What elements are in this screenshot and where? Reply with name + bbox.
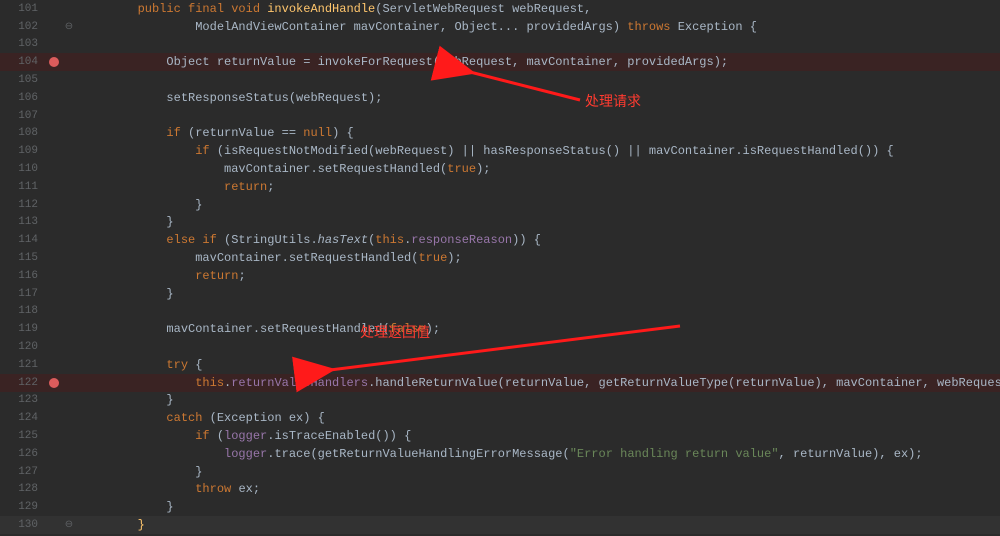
line-number: 115 bbox=[0, 252, 46, 264]
code-line-129[interactable]: 129 } bbox=[0, 498, 1000, 516]
code-text[interactable]: setResponseStatus(webRequest); bbox=[76, 91, 1000, 105]
code-text[interactable]: } bbox=[76, 287, 1000, 301]
code-text[interactable]: Object returnValue = invokeForRequest(we… bbox=[76, 55, 1000, 69]
line-number: 109 bbox=[0, 145, 46, 157]
line-number: 124 bbox=[0, 412, 46, 424]
code-text[interactable]: if (logger.isTraceEnabled()) { bbox=[76, 429, 1000, 443]
line-number: 113 bbox=[0, 216, 46, 228]
code-line-116[interactable]: 116 return; bbox=[0, 267, 1000, 285]
code-line-103[interactable]: 103 bbox=[0, 36, 1000, 54]
line-number: 105 bbox=[0, 74, 46, 86]
code-line-121[interactable]: 121 try { bbox=[0, 356, 1000, 374]
code-line-110[interactable]: 110 mavContainer.setRequestHandled(true)… bbox=[0, 160, 1000, 178]
breakpoint-icon[interactable] bbox=[49, 378, 59, 388]
code-line-123[interactable]: 123 } bbox=[0, 392, 1000, 410]
code-text[interactable]: } bbox=[76, 518, 1000, 532]
code-text[interactable]: catch (Exception ex) { bbox=[76, 411, 1000, 425]
code-text[interactable]: if (isRequestNotModified(webRequest) || … bbox=[76, 144, 1000, 158]
code-line-122[interactable]: 122 this.returnValueHandlers.handleRetur… bbox=[0, 374, 1000, 392]
code-line-101[interactable]: 101 public final void invokeAndHandle(Se… bbox=[0, 0, 1000, 18]
code-text[interactable]: public final void invokeAndHandle(Servle… bbox=[76, 2, 1000, 16]
code-text[interactable]: if (returnValue == null) { bbox=[76, 126, 1000, 140]
line-number: 101 bbox=[0, 3, 46, 15]
code-text[interactable]: ModelAndViewContainer mavContainer, Obje… bbox=[76, 20, 1000, 34]
code-line-107[interactable]: 107 bbox=[0, 107, 1000, 125]
code-line-112[interactable]: 112 } bbox=[0, 196, 1000, 214]
code-line-108[interactable]: 108 if (returnValue == null) { bbox=[0, 125, 1000, 143]
code-text[interactable]: return; bbox=[76, 269, 1000, 283]
code-line-128[interactable]: 128 throw ex; bbox=[0, 481, 1000, 499]
code-line-109[interactable]: 109 if (isRequestNotModified(webRequest)… bbox=[0, 142, 1000, 160]
line-number: 112 bbox=[0, 199, 46, 211]
line-number: 107 bbox=[0, 110, 46, 122]
line-number: 108 bbox=[0, 127, 46, 139]
code-text[interactable]: this.returnValueHandlers.handleReturnVal… bbox=[76, 376, 1000, 390]
line-number: 117 bbox=[0, 288, 46, 300]
line-number: 121 bbox=[0, 359, 46, 371]
fold-gutter[interactable]: ⊖ bbox=[62, 21, 76, 33]
code-line-102[interactable]: 102 ⊖ ModelAndViewContainer mavContainer,… bbox=[0, 18, 1000, 36]
fold-gutter[interactable]: ⊖ bbox=[62, 519, 76, 531]
code-text[interactable]: } bbox=[76, 215, 1000, 229]
line-number: 120 bbox=[0, 341, 46, 353]
line-number: 111 bbox=[0, 181, 46, 193]
line-number: 129 bbox=[0, 501, 46, 513]
line-number: 127 bbox=[0, 466, 46, 478]
code-line-118[interactable]: 118 bbox=[0, 303, 1000, 321]
code-line-113[interactable]: 113 } bbox=[0, 214, 1000, 232]
code-editor[interactable]: 101 public final void invokeAndHandle(Se… bbox=[0, 0, 1000, 536]
line-number: 123 bbox=[0, 394, 46, 406]
line-number: 128 bbox=[0, 483, 46, 495]
code-line-106[interactable]: 106 setResponseStatus(webRequest); bbox=[0, 89, 1000, 107]
code-text[interactable]: mavContainer.setRequestHandled(true); bbox=[76, 251, 1000, 265]
line-number: 119 bbox=[0, 323, 46, 335]
breakpoint-gutter[interactable] bbox=[46, 57, 62, 67]
code-text[interactable]: } bbox=[76, 393, 1000, 407]
line-number: 122 bbox=[0, 377, 46, 389]
code-text[interactable]: mavContainer.setRequestHandled(true); bbox=[76, 162, 1000, 176]
code-line-104[interactable]: 104 Object returnValue = invokeForReques… bbox=[0, 53, 1000, 71]
code-text[interactable]: } bbox=[76, 465, 1000, 479]
code-text[interactable]: else if (StringUtils.hasText(this.respon… bbox=[76, 233, 1000, 247]
code-line-115[interactable]: 115 mavContainer.setRequestHandled(true)… bbox=[0, 249, 1000, 267]
code-line-117[interactable]: 117 } bbox=[0, 285, 1000, 303]
line-number: 103 bbox=[0, 38, 46, 50]
line-number: 126 bbox=[0, 448, 46, 460]
line-number: 114 bbox=[0, 234, 46, 246]
code-text[interactable]: return; bbox=[76, 180, 1000, 194]
code-line-124[interactable]: 124 catch (Exception ex) { bbox=[0, 409, 1000, 427]
line-number: 118 bbox=[0, 305, 46, 317]
line-number: 102 bbox=[0, 21, 46, 33]
code-line-114[interactable]: 114 else if (StringUtils.hasText(this.re… bbox=[0, 231, 1000, 249]
code-line-130[interactable]: 130 ⊖ } bbox=[0, 516, 1000, 534]
code-text[interactable]: logger.trace(getReturnValueHandlingError… bbox=[76, 447, 1000, 461]
code-text[interactable]: } bbox=[76, 500, 1000, 514]
line-number: 110 bbox=[0, 163, 46, 175]
line-number: 125 bbox=[0, 430, 46, 442]
code-line-127[interactable]: 127 } bbox=[0, 463, 1000, 481]
code-line-111[interactable]: 111 return; bbox=[0, 178, 1000, 196]
breakpoint-gutter[interactable] bbox=[46, 378, 62, 388]
code-line-125[interactable]: 125 if (logger.isTraceEnabled()) { bbox=[0, 427, 1000, 445]
code-text[interactable]: mavContainer.setRequestHandled(false); bbox=[76, 322, 1000, 336]
code-line-105[interactable]: 105 bbox=[0, 71, 1000, 89]
code-line-119[interactable]: 119 mavContainer.setRequestHandled(false… bbox=[0, 320, 1000, 338]
code-text[interactable]: throw ex; bbox=[76, 482, 1000, 496]
line-number: 104 bbox=[0, 56, 46, 68]
code-line-120[interactable]: 120 bbox=[0, 338, 1000, 356]
code-text[interactable]: try { bbox=[76, 358, 1000, 372]
breakpoint-icon[interactable] bbox=[49, 57, 59, 67]
line-number: 130 bbox=[0, 519, 46, 531]
code-text[interactable]: } bbox=[76, 198, 1000, 212]
line-number: 106 bbox=[0, 92, 46, 104]
line-number: 116 bbox=[0, 270, 46, 282]
code-line-126[interactable]: 126 logger.trace(getReturnValueHandlingE… bbox=[0, 445, 1000, 463]
